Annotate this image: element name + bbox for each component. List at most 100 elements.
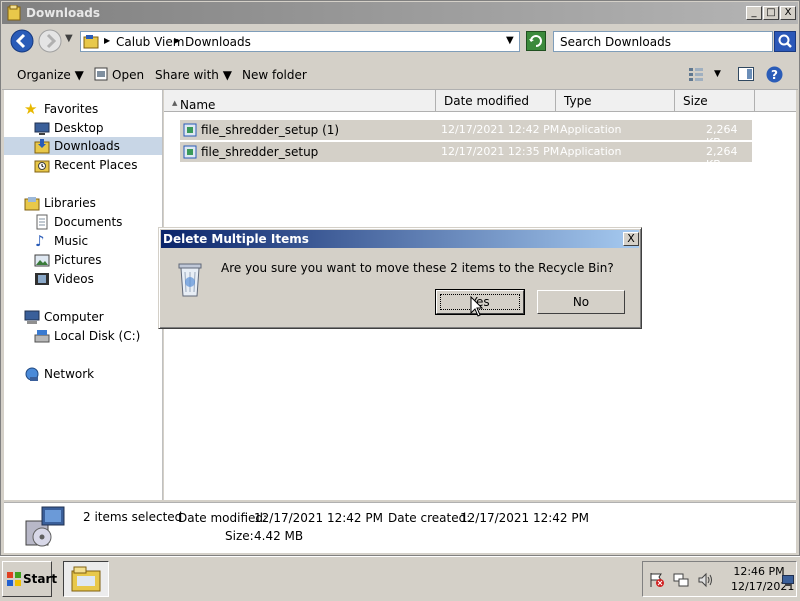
installer-large-icon xyxy=(25,506,65,547)
downloads-folder-icon xyxy=(34,139,50,154)
refresh-icon[interactable] xyxy=(526,31,546,51)
sidebar-item-recent-places[interactable]: Recent Places xyxy=(4,156,162,174)
recent-pages-chevron-icon[interactable]: ▼ xyxy=(65,33,73,44)
sidebar-item-desktop[interactable]: Desktop xyxy=(4,119,162,137)
sidebar-item-pictures[interactable]: Pictures xyxy=(4,251,162,269)
videos-icon xyxy=(35,273,49,285)
no-button[interactable]: No xyxy=(537,290,625,314)
column-header-date-modified[interactable]: Date modified xyxy=(436,90,556,112)
documents-icon xyxy=(36,214,48,230)
computer-icon xyxy=(24,310,40,324)
breadcrumb-separator-icon: ▶ xyxy=(174,36,181,45)
help-icon[interactable]: ? xyxy=(766,66,783,83)
file-type: Application xyxy=(560,123,622,136)
sidebar-item-computer[interactable]: Computer xyxy=(4,308,162,326)
organize-button[interactable]: Organize ▼ xyxy=(17,68,84,82)
organize-label: Organize xyxy=(17,68,71,82)
file-date-modified: 12/17/2021 12:35 PM xyxy=(441,145,560,158)
size-value: 4.42 MB xyxy=(254,529,304,543)
close-button[interactable]: X xyxy=(780,6,796,20)
volume-icon[interactable] xyxy=(697,572,713,588)
file-name: file_shredder_setup (1) xyxy=(201,123,340,137)
address-dropdown-icon[interactable]: ▼ xyxy=(506,35,514,46)
window-title: Downloads xyxy=(26,6,101,20)
new-folder-button[interactable]: New folder xyxy=(242,68,307,82)
column-type-label: Type xyxy=(564,94,592,108)
sidebar-local-disk-label: Local Disk (C:) xyxy=(54,329,141,343)
sidebar-item-favorites[interactable]: ★ Favorites xyxy=(4,100,162,118)
sidebar-item-documents[interactable]: Documents xyxy=(4,213,162,231)
selection-summary: 2 items selected xyxy=(83,510,183,524)
table-row[interactable]: file_shredder_setup 12/17/2021 12:35 PM … xyxy=(180,142,752,171)
view-dropdown-icon[interactable]: ▼ xyxy=(714,69,721,79)
sidebar-item-local-disk[interactable]: Local Disk (C:) xyxy=(4,327,162,345)
column-header-size[interactable]: Size xyxy=(675,90,755,112)
navigation-bar: ▼ ▶ Calub Viem ▶ Downloads ▼ Search Down… xyxy=(2,27,798,57)
file-name: file_shredder_setup xyxy=(201,145,319,159)
sidebar-computer-label: Computer xyxy=(44,310,104,324)
start-button[interactable]: Start xyxy=(2,561,57,597)
maximize-button[interactable]: □ xyxy=(763,6,779,20)
taskbar-explorer-button[interactable] xyxy=(63,561,109,597)
folder-icon xyxy=(83,35,99,49)
back-icon[interactable] xyxy=(10,29,34,53)
sidebar-network-label: Network xyxy=(44,367,95,381)
share-with-button[interactable]: Share with ▼ xyxy=(155,68,232,82)
sidebar-item-downloads[interactable]: Downloads xyxy=(4,137,162,155)
column-header-filler xyxy=(755,90,796,112)
delete-confirmation-dialog: Delete Multiple Items X Are you sure you… xyxy=(158,227,642,329)
recycle-bin-icon xyxy=(178,263,202,297)
dialog-message: Are you sure you want to move these 2 it… xyxy=(221,261,614,275)
mouse-cursor-icon xyxy=(470,296,484,317)
navigation-pane: ★ Favorites Desktop Downloads Recent Pla… xyxy=(4,90,163,500)
sidebar-desktop-label: Desktop xyxy=(54,121,104,135)
column-date-label: Date modified xyxy=(444,94,530,108)
column-header-name[interactable]: Name ▲ xyxy=(164,90,436,112)
search-icon[interactable] xyxy=(774,31,796,52)
dialog-titlebar[interactable]: Delete Multiple Items X xyxy=(161,230,639,248)
view-options-icon[interactable] xyxy=(688,67,704,81)
sort-ascending-icon: ▲ xyxy=(172,99,178,107)
date-created-value: 12/17/2021 12:42 PM xyxy=(460,511,589,525)
open-button[interactable]: Open xyxy=(112,68,144,82)
minimize-button[interactable]: _ xyxy=(746,6,762,20)
window-titlebar[interactable]: Downloads _ □ X xyxy=(2,2,798,24)
pictures-icon xyxy=(34,254,50,267)
sidebar-libraries-label: Libraries xyxy=(44,196,96,210)
sidebar-music-label: Music xyxy=(54,234,89,248)
column-header-type[interactable]: Type xyxy=(556,90,675,112)
preview-pane-icon[interactable] xyxy=(738,67,754,81)
forward-icon[interactable] xyxy=(38,29,62,53)
installer-icon xyxy=(183,145,197,159)
search-input[interactable]: Search Downloads xyxy=(553,31,773,52)
date-created-label: Date created: xyxy=(388,511,471,525)
sidebar-item-music[interactable]: ♪ Music xyxy=(4,232,162,250)
table-row[interactable]: file_shredder_setup (1) 12/17/2021 12:42… xyxy=(180,120,752,149)
breadcrumb-downloads[interactable]: Downloads xyxy=(185,35,251,49)
music-icon: ♪ xyxy=(35,232,45,250)
breadcrumb-separator-icon: ▶ xyxy=(104,36,111,45)
address-bar[interactable]: ▶ Calub Viem ▶ Downloads ▼ xyxy=(80,31,520,52)
taskbar: Start 12:46 PM 12/17/2021 xyxy=(0,556,800,601)
recent-places-icon xyxy=(34,160,50,173)
show-desktop-icon[interactable] xyxy=(782,574,794,586)
clock-date[interactable]: 12/17/2021 xyxy=(731,580,794,593)
sidebar-favorites-label: Favorites xyxy=(44,102,99,116)
sidebar-documents-label: Documents xyxy=(54,215,123,229)
size-label: Size: xyxy=(225,529,254,543)
sidebar-item-videos[interactable]: Videos xyxy=(4,270,162,288)
sidebar-item-network[interactable]: Network xyxy=(4,365,162,383)
column-name-label: Name xyxy=(180,98,216,112)
network-tray-icon[interactable] xyxy=(673,572,689,588)
windows-logo-icon xyxy=(7,572,21,586)
dialog-close-button[interactable]: X xyxy=(623,232,639,246)
sidebar-item-libraries[interactable]: Libraries xyxy=(4,194,162,212)
command-bar: Organize ▼ Open Share with ▼ New folder … xyxy=(2,61,798,90)
system-tray: 12:46 PM 12/17/2021 xyxy=(642,561,797,597)
file-date-modified: 12/17/2021 12:42 PM xyxy=(441,123,560,136)
action-center-icon[interactable] xyxy=(649,572,665,588)
svg-text:?: ? xyxy=(771,68,778,82)
libraries-icon xyxy=(24,197,40,211)
clock-time[interactable]: 12:46 PM xyxy=(731,565,787,578)
column-size-label: Size xyxy=(683,94,708,108)
